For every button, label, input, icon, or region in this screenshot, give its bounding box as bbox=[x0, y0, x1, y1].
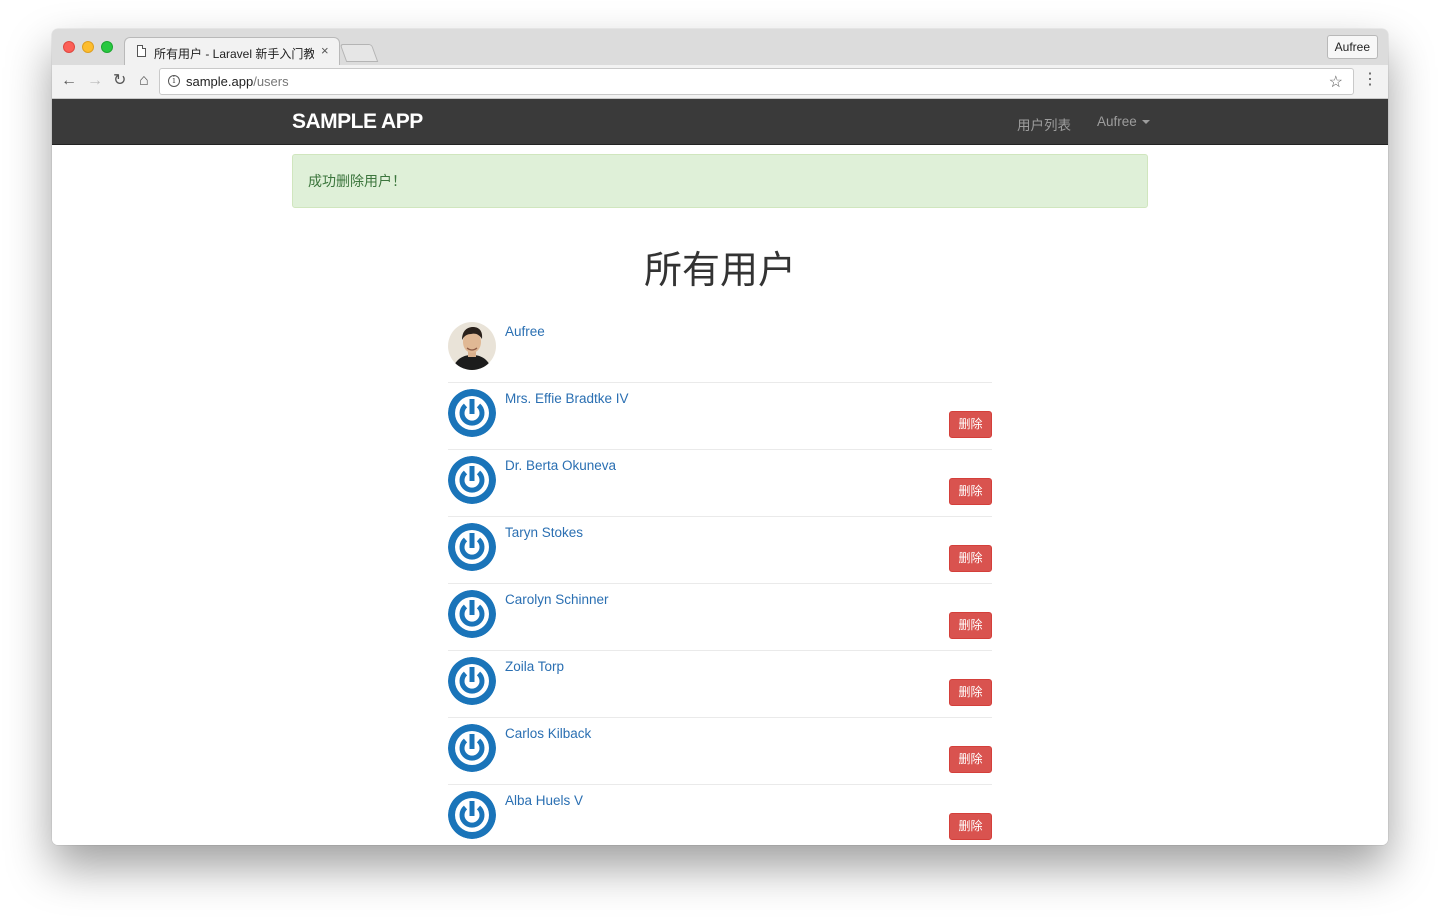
user-list-item: Taryn Stokes 删除 bbox=[448, 517, 992, 584]
info-icon[interactable]: i bbox=[168, 75, 180, 87]
user-list-item: Zoila Torp 删除 bbox=[448, 651, 992, 718]
user-name-link[interactable]: Alba Huels V bbox=[505, 793, 583, 808]
browser-tab[interactable]: 所有用户 - Laravel 新手入门教程 × bbox=[124, 37, 340, 67]
back-arrow-icon[interactable]: ← bbox=[61, 71, 77, 91]
user-avatar-power-icon[interactable] bbox=[448, 590, 496, 638]
brand-logo[interactable]: SAMPLE APP bbox=[292, 110, 423, 134]
maximize-window-icon[interactable] bbox=[101, 41, 113, 53]
page-icon bbox=[137, 45, 146, 57]
user-name-link[interactable]: Taryn Stokes bbox=[505, 525, 583, 540]
profile-button[interactable]: Aufree bbox=[1326, 35, 1378, 59]
reload-icon[interactable]: ↻ bbox=[113, 71, 126, 91]
user-name-link[interactable]: Carlos Kilback bbox=[505, 726, 591, 741]
user-avatar-power-icon[interactable] bbox=[448, 389, 496, 437]
url-text[interactable]: sample.app/users bbox=[186, 74, 289, 89]
user-list-item: Alba Huels V 删除 bbox=[448, 785, 992, 845]
user-avatar-power-icon[interactable] bbox=[448, 791, 496, 839]
minimize-window-icon[interactable] bbox=[82, 41, 94, 53]
forward-arrow-icon[interactable]: → bbox=[87, 71, 103, 91]
bookmark-star-icon[interactable]: ☆ bbox=[1329, 72, 1343, 92]
new-tab-button[interactable] bbox=[339, 44, 379, 62]
delete-user-button[interactable]: 删除 bbox=[949, 679, 992, 706]
user-name-link[interactable]: Mrs. Effie Bradtke IV bbox=[505, 391, 629, 406]
user-list-item: Mrs. Effie Bradtke IV 删除 bbox=[448, 383, 992, 450]
user-dropdown[interactable]: Aufree bbox=[1097, 114, 1150, 129]
delete-user-button[interactable]: 删除 bbox=[949, 478, 992, 505]
home-icon[interactable]: ⌂ bbox=[139, 71, 149, 91]
delete-user-button[interactable]: 删除 bbox=[949, 746, 992, 773]
user-list-item: Aufree bbox=[448, 316, 992, 383]
delete-user-button[interactable]: 删除 bbox=[949, 545, 992, 572]
user-name-link[interactable]: Dr. Berta Okuneva bbox=[505, 458, 616, 473]
browser-menu-icon[interactable]: ⋮ bbox=[1362, 69, 1378, 89]
page-title: 所有用户 bbox=[643, 250, 796, 292]
close-window-icon[interactable] bbox=[63, 41, 75, 53]
user-list-item: Carolyn Schinner 删除 bbox=[448, 584, 992, 651]
user-list: Aufree Mrs. Effie Bradtke IV 删除 Dr. Berta O… bbox=[448, 316, 992, 845]
success-alert: 成功删除用户！ bbox=[292, 154, 1148, 208]
user-avatar-power-icon[interactable] bbox=[448, 724, 496, 772]
user-avatar-photo[interactable] bbox=[448, 322, 496, 370]
user-avatar-power-icon[interactable] bbox=[448, 657, 496, 705]
nav-users-link[interactable]: 用户列表 bbox=[1017, 114, 1071, 134]
caret-down-icon bbox=[1141, 120, 1150, 125]
delete-user-button[interactable]: 删除 bbox=[949, 813, 992, 840]
address-bar[interactable]: i sample.app/users ☆ bbox=[159, 68, 1354, 95]
browser-window: 所有用户 - Laravel 新手入门教程 × Aufree ← → ↻ ⌂ i… bbox=[52, 29, 1388, 845]
delete-user-button[interactable]: 删除 bbox=[949, 411, 992, 438]
delete-user-button[interactable]: 删除 bbox=[949, 612, 992, 639]
user-list-item: Carlos Kilback 删除 bbox=[448, 718, 992, 785]
user-avatar-power-icon[interactable] bbox=[448, 456, 496, 504]
tab-title: 所有用户 - Laravel 新手入门教程 bbox=[154, 47, 314, 61]
tab-strip: 所有用户 - Laravel 新手入门教程 × Aufree bbox=[52, 29, 1388, 67]
browser-toolbar: ← → ↻ ⌂ i sample.app/users ☆ ⋮ bbox=[52, 65, 1388, 99]
tab-close-icon[interactable]: × bbox=[321, 43, 329, 58]
user-name-link[interactable]: Zoila Torp bbox=[505, 659, 564, 674]
user-list-item: Dr. Berta Okuneva 删除 bbox=[448, 450, 992, 517]
user-name-link[interactable]: Carolyn Schinner bbox=[505, 592, 609, 607]
site-navbar: SAMPLE APP 用户列表 Aufree bbox=[52, 99, 1388, 145]
user-avatar-power-icon[interactable] bbox=[448, 523, 496, 571]
web-page: SAMPLE APP 用户列表 Aufree 成功删除用户！ 所有用户 Aufr… bbox=[52, 99, 1388, 845]
user-name-link[interactable]: Aufree bbox=[505, 324, 545, 339]
